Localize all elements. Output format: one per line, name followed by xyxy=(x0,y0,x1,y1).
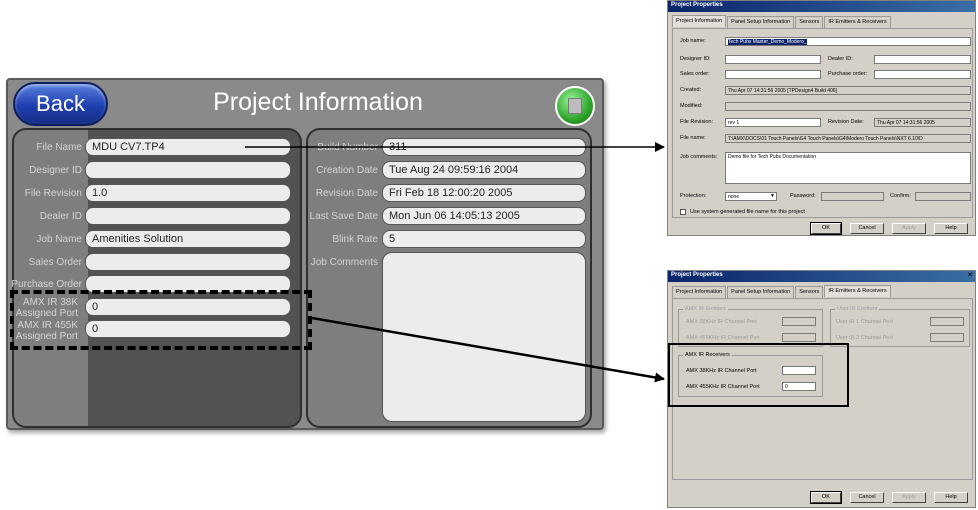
job-name-label: Job Name xyxy=(36,234,82,245)
emitter-38k-label: AMX 38KHz IR Channel Port xyxy=(686,319,757,325)
password-input xyxy=(821,192,884,201)
job-name-label: Job name: xyxy=(680,38,706,44)
job-name-value: Tech Pubs Master_Demo_Modero_ xyxy=(728,39,807,45)
revision-date-label: Revision Date: xyxy=(828,119,864,125)
revision-date-label: Revision Date xyxy=(315,188,378,199)
emitter-38k-input xyxy=(782,317,816,326)
cancel-button[interactable]: Cancel xyxy=(850,492,884,503)
user-ir-2-input xyxy=(930,333,964,342)
ok-button[interactable]: OK xyxy=(810,491,842,504)
created-value: Thu Apr 07 14:31:56 2005 [TPDesign4 Buil… xyxy=(725,86,971,95)
tab-panel-setup[interactable]: Panel Setup Information xyxy=(727,286,795,298)
designer-id-input[interactable] xyxy=(725,55,821,64)
protection-value: none xyxy=(728,194,740,200)
user-ir-1-label: User IR 1 Channel Port xyxy=(836,319,893,325)
created-label: Created: xyxy=(680,87,702,93)
file-revision-label: File Revision: xyxy=(680,119,714,125)
tab-project-information[interactable]: Project Information xyxy=(672,15,727,27)
group-title: User IR Emitters xyxy=(835,306,880,312)
chevron-down-icon: ▼ xyxy=(770,193,775,199)
file-revision-input[interactable]: rev 1 xyxy=(725,118,821,127)
apply-button[interactable]: Apply xyxy=(892,492,926,503)
group-title: AMX IR Emitters xyxy=(683,306,728,312)
protection-label: Protection: xyxy=(680,193,707,199)
file-name-value: T:\AMX\DOCS\01 Touch Panels\G4 Touch Pan… xyxy=(725,134,971,143)
dialog-tabs: Project Information Panel Setup Informat… xyxy=(672,15,892,28)
last-save-date-field[interactable]: Mon Jun 06 14:05:13 2005 xyxy=(382,207,586,225)
cancel-button[interactable]: Cancel xyxy=(850,223,884,234)
file-name-label: File name: xyxy=(680,135,706,141)
system-filename-checkbox[interactable] xyxy=(680,209,686,215)
emitter-455k-label: AMX 455KHz IR Channel Port xyxy=(686,335,760,341)
dealer-id-label: Dealer ID: xyxy=(828,56,853,62)
blink-rate-field[interactable]: 5 xyxy=(382,230,586,248)
user-ir-2-label: User IR 2 Channel Port xyxy=(836,335,893,341)
sales-order-input[interactable] xyxy=(725,70,821,79)
creation-date-field[interactable]: Tue Aug 24 09:59:16 2004 xyxy=(382,161,586,179)
dialog-title: Project Properties xyxy=(668,1,975,12)
help-button[interactable]: Help xyxy=(934,492,968,503)
confirm-label: Confirm: xyxy=(890,193,911,199)
file-name-field[interactable]: MDU CV7.TP4 xyxy=(85,138,291,156)
tab-panel-setup[interactable]: Panel Setup Information xyxy=(727,16,795,28)
close-icon[interactable]: ✕ xyxy=(967,271,973,279)
build-number-field[interactable]: 311 xyxy=(382,138,586,156)
revision-date-value: Thu Apr 07 14:31:56 2005 xyxy=(874,118,971,127)
sales-order-label: Sales Order xyxy=(28,257,82,268)
protection-select[interactable]: none ▼ xyxy=(725,192,777,201)
tab-sensors[interactable]: Sensors xyxy=(795,286,824,298)
dialog-title: Project Properties xyxy=(668,271,975,282)
page-title: Project Information xyxy=(213,88,423,116)
modified-value xyxy=(725,102,971,111)
blink-rate-label: Blink Rate xyxy=(332,234,378,245)
ok-button[interactable]: OK xyxy=(810,222,842,235)
job-comments-label: Job comments: xyxy=(680,154,718,160)
build-number-label: Build Number xyxy=(317,142,378,153)
job-comments-input[interactable]: Demo file for Tech Pubs Documentation xyxy=(725,152,971,184)
tab-ir-emitters[interactable]: IR Emitters & Receivers xyxy=(824,285,891,297)
file-name-label: File Name xyxy=(36,142,82,153)
designer-id-label: Designer ID: xyxy=(680,56,711,62)
ir-receivers-highlight xyxy=(668,343,849,407)
designer-id-field[interactable] xyxy=(85,161,291,179)
last-save-date-label: Last Save Date xyxy=(309,211,378,222)
job-name-input[interactable]: Tech Pubs Master_Demo_Modero_ xyxy=(725,37,971,46)
tab-project-information[interactable]: Project Information xyxy=(672,286,727,298)
modified-label: Modified: xyxy=(680,103,703,109)
ir-ports-highlight xyxy=(10,290,312,350)
dialog-tabs: Project Information Panel Setup Informat… xyxy=(672,285,892,298)
apply-button[interactable]: Apply xyxy=(892,223,926,234)
file-revision-label: File Revision xyxy=(24,188,82,199)
system-filename-label: Use system generated file name for this … xyxy=(690,209,805,215)
purchase-order-input[interactable] xyxy=(874,70,971,79)
file-revision-field[interactable]: 1.0 xyxy=(85,184,291,202)
dealer-id-label: Dealer ID xyxy=(39,211,82,222)
help-button[interactable]: Help xyxy=(934,223,968,234)
dealer-id-input[interactable] xyxy=(874,55,971,64)
sales-order-field[interactable] xyxy=(85,253,291,271)
job-comments-label: Job Comments xyxy=(310,257,378,268)
user-ir-1-input xyxy=(930,317,964,326)
home-icon[interactable] xyxy=(555,86,595,126)
password-label: Password: xyxy=(790,193,816,199)
purchase-order-label: Purchase order: xyxy=(828,71,868,77)
designer-id-label: Designer ID xyxy=(29,165,82,176)
tab-sensors[interactable]: Sensors xyxy=(795,16,824,28)
job-comments-field[interactable] xyxy=(382,252,586,422)
sales-order-label: Sales order: xyxy=(680,71,710,77)
confirm-input xyxy=(915,192,971,201)
dealer-id-field[interactable] xyxy=(85,207,291,225)
back-button[interactable]: Back xyxy=(13,82,108,126)
emitter-455k-input xyxy=(782,333,816,342)
revision-date-field[interactable]: Fri Feb 18 12:00:20 2005 xyxy=(382,184,586,202)
project-properties-dialog-info: Project Properties Project Information P… xyxy=(667,0,976,236)
job-name-field[interactable]: Amenities Solution xyxy=(85,230,291,248)
creation-date-label: Creation Date xyxy=(316,165,378,176)
tab-ir-emitters[interactable]: IR Emitters & Receivers xyxy=(824,16,891,28)
purchase-order-label: Purchase Order xyxy=(11,279,82,290)
